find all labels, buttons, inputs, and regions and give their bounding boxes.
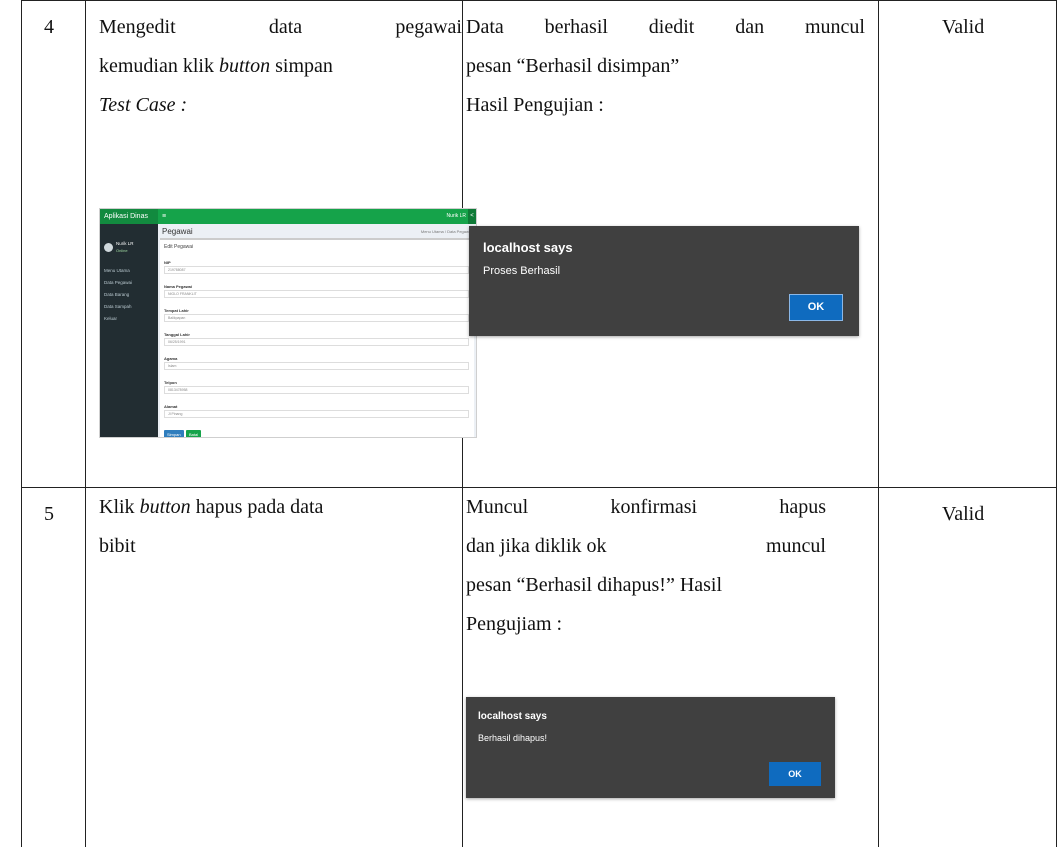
result-line: Muncul konfirmasi hapus xyxy=(466,488,826,527)
row-number: 5 xyxy=(44,503,54,525)
result-line: pesan “Berhasil dihapus!” Hasil xyxy=(466,574,723,596)
alert-dialog: localhost says Berhasil dihapus! OK xyxy=(466,697,835,798)
hamburger-icon: ≡ xyxy=(162,213,167,220)
field-input: NIGLO FRANKLIT xyxy=(164,290,469,298)
field-input: 0813478958 xyxy=(164,386,469,394)
test-case-label: Test Case : xyxy=(99,94,188,116)
step-word: Mengedit xyxy=(99,16,176,38)
result-line: dan jika diklik ok muncul xyxy=(466,527,826,566)
dialog-header: localhost says xyxy=(478,711,547,722)
step-text: simpan xyxy=(270,55,333,77)
save-button: Simpan xyxy=(164,430,184,437)
result-word: diedit xyxy=(648,16,695,38)
step-text: kemudian klik xyxy=(99,55,219,77)
result-word: dan jika diklik ok xyxy=(466,535,607,557)
step-emphasis: button xyxy=(139,496,191,518)
step-text: Klik xyxy=(99,496,140,518)
field-label: Tanggal Lahir xyxy=(164,332,190,337)
step-text: hapus pada data xyxy=(190,496,324,518)
result-word: Muncul xyxy=(466,496,529,518)
dialog-header: localhost says xyxy=(483,240,573,255)
ok-button[interactable]: OK xyxy=(769,762,821,786)
form-title: Edit Pegawai xyxy=(164,244,194,250)
result-word: berhasil xyxy=(544,16,608,38)
step-line: Klik button hapus pada data xyxy=(99,488,323,527)
table-border-top xyxy=(21,0,1057,1)
app-brand: Aplikasi Dinas xyxy=(100,209,158,224)
alert-dialog: localhost says Proses Berhasil OK xyxy=(469,226,859,336)
table-border-right xyxy=(1056,0,1057,847)
online-status: Online xyxy=(116,248,128,253)
field-input: Jl Pinang xyxy=(164,410,469,418)
app-sidebar: Nurik LR Online Menu Utama Data Pegawai … xyxy=(100,224,158,437)
edit-form: Edit Pegawai NIP 219788087 Nama Pegawai … xyxy=(160,238,474,437)
back-button: Batal xyxy=(186,430,202,437)
step-emphasis: button xyxy=(218,55,271,77)
field-label: Nama Pegawai xyxy=(164,284,193,289)
step-word: pegawai xyxy=(395,16,462,38)
avatar xyxy=(104,243,113,252)
sidebar-item: Data Pegawai xyxy=(104,280,133,285)
step-word: data xyxy=(268,16,303,38)
app-user: Nurik LR xyxy=(446,213,466,219)
status-valid: Valid xyxy=(942,16,985,38)
result-line: Pengujiam : xyxy=(466,613,563,635)
col-divider-1 xyxy=(85,0,86,847)
breadcrumb: Menu Utama / Data Pegawai xyxy=(420,229,472,234)
result-line: Hasil Pengujian : xyxy=(466,94,604,116)
app-screenshot: Aplikasi Dinas ≡ Nurik LR < Nurik LR Onl… xyxy=(99,208,477,438)
field-label: Tempat Lahir xyxy=(164,308,189,313)
result-line: Data berhasil diedit dan muncul xyxy=(466,8,865,47)
table-border-left xyxy=(21,0,22,847)
sidebar-user: Nurik LR xyxy=(116,241,134,246)
ok-button[interactable]: OK xyxy=(789,294,843,321)
field-label: Telpon xyxy=(164,380,177,385)
step-line: bibit xyxy=(99,535,136,557)
result-word: muncul xyxy=(804,16,865,38)
result-line: pesan “Berhasil disimpan” xyxy=(466,55,680,77)
field-label: Alamat xyxy=(164,404,178,409)
result-word: muncul xyxy=(766,535,826,557)
field-input: 06/25/1991 xyxy=(164,338,469,346)
col-divider-3 xyxy=(878,0,879,847)
result-word: Data xyxy=(466,16,504,38)
result-word: konfirmasi xyxy=(610,496,698,518)
step-line: kemudian klik button simpan xyxy=(99,47,333,86)
sidebar-item: Menu Utama xyxy=(104,268,130,273)
sidebar-item: Keluar xyxy=(104,316,118,321)
result-word: dan xyxy=(735,16,765,38)
dialog-message: Proses Berhasil xyxy=(483,265,561,277)
status-valid: Valid xyxy=(942,503,985,525)
dialog-message: Berhasil dihapus! xyxy=(478,733,548,743)
page-title: Pegawai xyxy=(162,227,193,236)
field-label: NIP xyxy=(164,260,171,265)
share-icon: < xyxy=(468,209,476,224)
step-line: Mengedit data pegawai xyxy=(99,8,462,47)
field-input: 219788087 xyxy=(164,266,469,274)
row-number: 4 xyxy=(44,16,54,38)
sidebar-item: Data Barang xyxy=(104,292,130,297)
app-main: Pegawai Menu Utama / Data Pegawai Edit P… xyxy=(158,224,476,437)
sidebar-item: Data Sampah xyxy=(104,304,132,309)
field-input: Islam xyxy=(164,362,469,370)
result-word: hapus xyxy=(779,496,826,518)
field-label: Agama xyxy=(164,356,178,361)
field-input: Balikpapan xyxy=(164,314,469,322)
